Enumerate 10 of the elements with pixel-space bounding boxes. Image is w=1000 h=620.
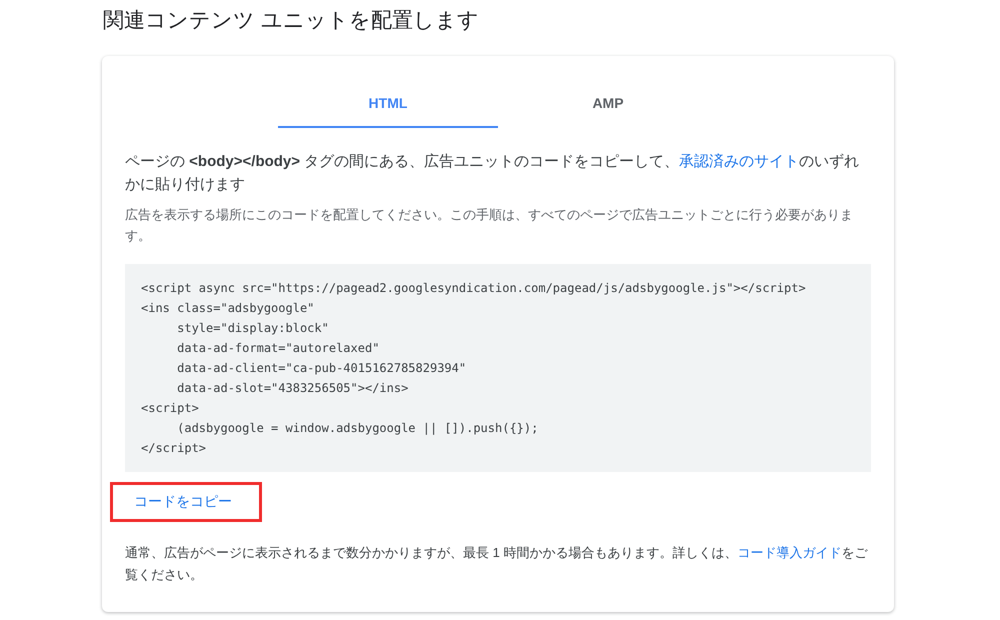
link[interactable]: 承認済みのサイト [679, 153, 800, 170]
footer-text: 通常、広告がページに表示されるまで数分かかりますが、最長 1 時間かかる場合もあります。詳しくは、コード導入ガイド をご覧ください。 [125, 544, 869, 584]
copy-code-button[interactable]: コードをコピー [110, 482, 262, 522]
code-block: <script async src="https://pagead2.googlesyndication.com/pagead/js/adsbygoogle.js"></script> <ins class="adsbygoogle" style="display:block" data-ad-format="autorelaxed" data-ad-client="ca-pub-4015162785829394" data-ad-slot="4383256505"></ins> <script> (adsbygoogle = window.adsbygoogle || []).push({}); </script> [125, 264, 871, 472]
tab[interactable]: AMP [498, 80, 718, 128]
instruction-text: ページの <body></body> タグの間にある、広告ユニットのコードをコピーして、承認済みのサイト のいずれかに貼り付けます [125, 152, 860, 195]
note-text: 広告を表示する場所にこのコードを配置してください。この手順は、すべてのページで広告ユニットごとに行う必要があります。 [125, 206, 854, 245]
link[interactable]: コード導入ガイド [737, 545, 842, 560]
page-title: 関連コンテンツ ユニットを配置します [103, 8, 480, 34]
tab[interactable]: HTML [278, 80, 498, 128]
